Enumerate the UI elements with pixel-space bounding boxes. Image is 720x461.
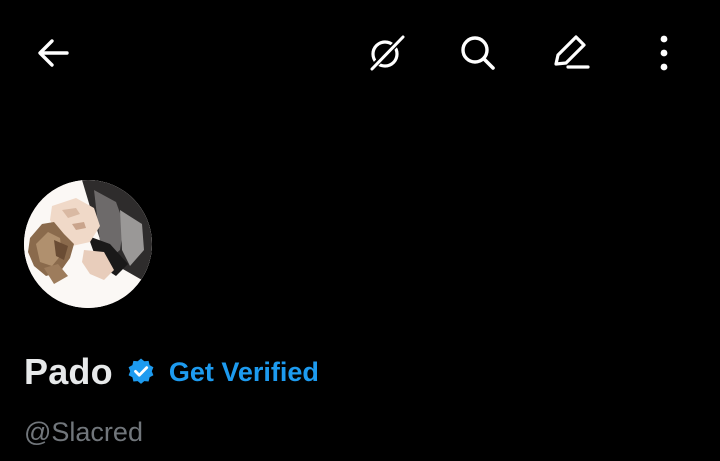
search-button[interactable]	[450, 25, 506, 81]
more-vertical-icon	[660, 35, 668, 71]
edit-profile-button[interactable]	[542, 25, 598, 81]
arrow-left-icon	[38, 39, 69, 67]
avatar[interactable]	[24, 180, 152, 308]
more-options-button[interactable]	[636, 25, 692, 81]
grok-icon	[368, 34, 406, 72]
verified-badge	[125, 356, 157, 388]
avatar-image	[24, 180, 152, 308]
search-icon	[461, 36, 495, 70]
edit-icon	[554, 35, 590, 69]
back-button[interactable]	[25, 25, 81, 81]
verified-badge-icon	[128, 358, 154, 384]
top-app-bar	[0, 0, 720, 106]
grok-button[interactable]	[358, 25, 414, 81]
get-verified-link[interactable]: Get Verified	[169, 348, 319, 396]
profile-name-row: Pado Get Verified	[24, 348, 319, 396]
profile-handle: @Slacred	[24, 417, 143, 447]
profile-name: Pado	[24, 351, 113, 392]
